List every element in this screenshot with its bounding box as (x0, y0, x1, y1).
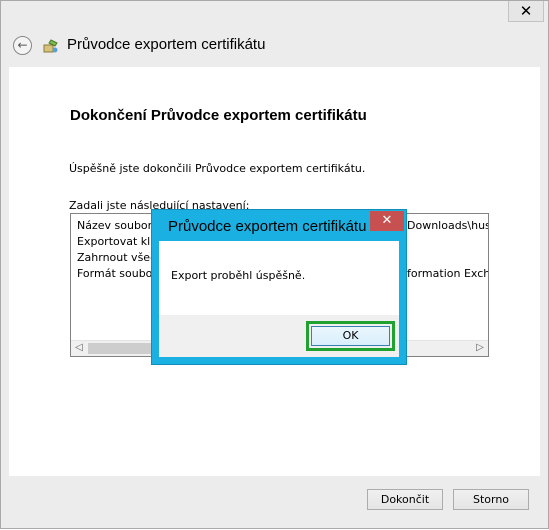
message-box-dialog: Průvodce exportem certifikátu ✕ Export p… (151, 209, 407, 365)
wizard-title: Průvodce exportem certifikátu (67, 36, 266, 53)
message-box-title: Průvodce exportem certifikátu (168, 218, 367, 235)
back-button[interactable]: ← (13, 36, 32, 55)
finish-button[interactable]: Dokončit (367, 489, 443, 510)
scroll-left-icon[interactable]: ◁ (71, 341, 87, 356)
completion-text: Úspěšně jste dokončili Průvodce exportem… (69, 162, 366, 175)
message-text: Export proběhl úspěšně. (171, 269, 306, 282)
wizard-footer: Dokončit Storno (1, 476, 549, 530)
scroll-right-icon[interactable]: ▷ (472, 341, 488, 356)
cancel-button[interactable]: Storno (453, 489, 529, 510)
setting-value: formation Excha (407, 267, 489, 280)
wizard-header: ← Průvodce exportem certifikátu (1, 23, 549, 67)
window-close-button[interactable]: ✕ (508, 1, 544, 22)
ok-button[interactable]: OK (311, 326, 390, 346)
wizard-window: ✕ ← Průvodce exportem certifikátu Dokonč… (0, 0, 549, 529)
message-box-button-bar: OK (159, 315, 399, 357)
message-box-close-button[interactable]: ✕ (370, 211, 404, 231)
setting-key: Název souboru (77, 219, 160, 232)
setting-value: Downloads\husa- (407, 219, 488, 232)
page-heading: Dokončení Průvodce exportem certifikátu (70, 107, 367, 124)
ok-button-highlight: OK (306, 321, 395, 351)
message-box-body: Export proběhl úspěšně. OK (159, 241, 399, 357)
back-arrow-icon: ← (17, 38, 28, 52)
certificate-wizard-icon (43, 39, 58, 53)
